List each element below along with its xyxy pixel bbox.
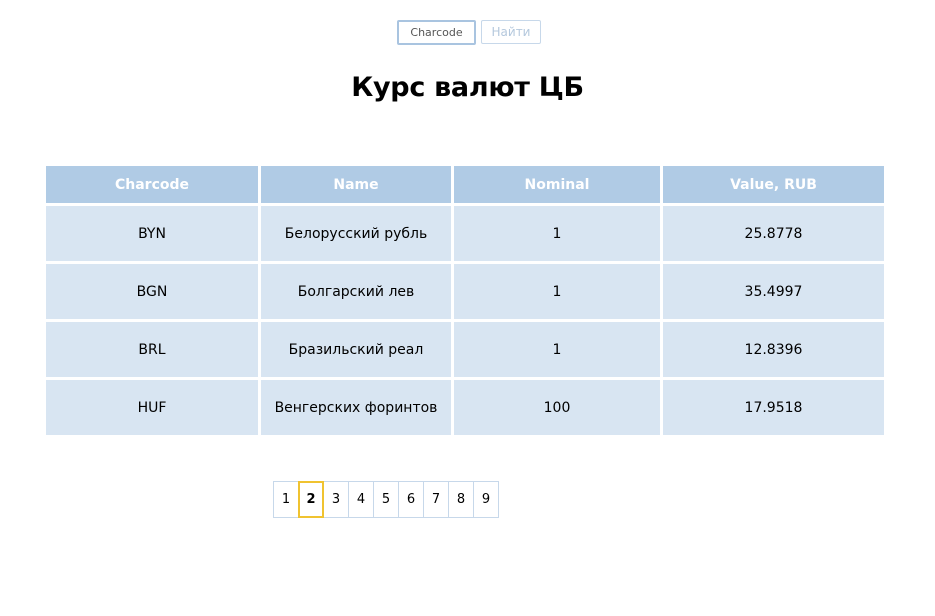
column-header-nominal: Nominal (454, 166, 660, 203)
page-link-4[interactable]: 4 (348, 481, 374, 518)
table-header-row: Charcode Name Nominal Value, RUB (46, 166, 884, 203)
table-row: BYN Белорусский рубль 1 25.8778 (46, 206, 884, 261)
cell-nominal: 1 (454, 264, 660, 319)
cell-charcode: BYN (46, 206, 258, 261)
cell-charcode: BGN (46, 264, 258, 319)
rates-table: Charcode Name Nominal Value, RUB BYN Бел… (43, 163, 887, 438)
cell-value: 35.4997 (663, 264, 884, 319)
pagination: 1 2 3 4 5 6 7 8 9 (273, 481, 499, 518)
page-link-3[interactable]: 3 (323, 481, 349, 518)
cell-charcode: BRL (46, 322, 258, 377)
cell-name: Белорусский рубль (261, 206, 451, 261)
table-row: HUF Венгерских форинтов 100 17.9518 (46, 380, 884, 435)
cell-charcode: HUF (46, 380, 258, 435)
page-link-6[interactable]: 6 (398, 481, 424, 518)
cell-name: Венгерских форинтов (261, 380, 451, 435)
cell-nominal: 1 (454, 206, 660, 261)
cell-value: 25.8778 (663, 206, 884, 261)
page-link-7[interactable]: 7 (423, 481, 449, 518)
page-link-5[interactable]: 5 (373, 481, 399, 518)
table-row: BGN Болгарский лев 1 35.4997 (46, 264, 884, 319)
column-header-value: Value, RUB (663, 166, 884, 203)
page-link-9[interactable]: 9 (473, 481, 499, 518)
cell-nominal: 100 (454, 380, 660, 435)
search-bar: Найти (397, 20, 541, 45)
column-header-charcode: Charcode (46, 166, 258, 203)
cell-name: Болгарский лев (261, 264, 451, 319)
cell-value: 12.8396 (663, 322, 884, 377)
cell-name: Бразильский реал (261, 322, 451, 377)
page-link-1[interactable]: 1 (273, 481, 299, 518)
page-link-8[interactable]: 8 (448, 481, 474, 518)
cell-value: 17.9518 (663, 380, 884, 435)
charcode-search-input[interactable] (397, 20, 476, 45)
table-row: BRL Бразильский реал 1 12.8396 (46, 322, 884, 377)
search-button[interactable]: Найти (481, 20, 541, 44)
cell-nominal: 1 (454, 322, 660, 377)
page-title: Курс валют ЦБ (351, 72, 584, 103)
page-link-2-current[interactable]: 2 (298, 481, 324, 518)
column-header-name: Name (261, 166, 451, 203)
